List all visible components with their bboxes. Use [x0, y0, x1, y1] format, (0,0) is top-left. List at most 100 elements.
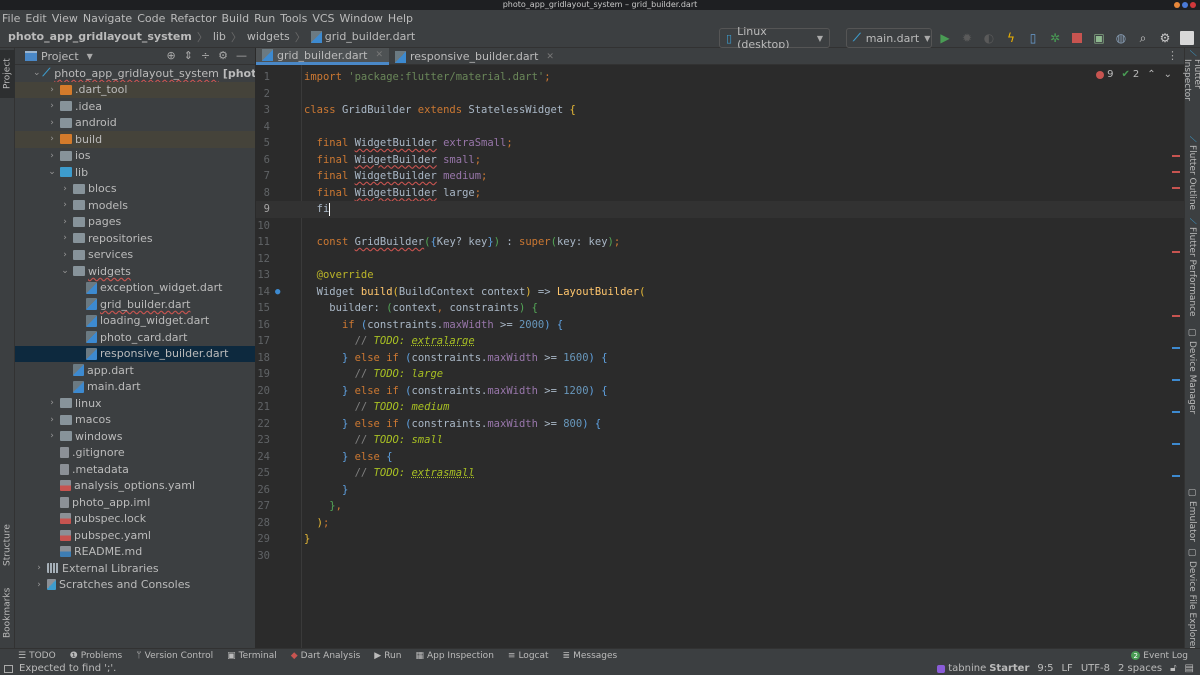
tool-tab-flutter-inspector[interactable]: ⟋ Flutter Inspector: [1182, 50, 1200, 130]
code-line[interactable]: 18 } else if (constraints.maxWidth >= 16…: [256, 350, 1184, 367]
search-icon[interactable]: ⌕: [1134, 29, 1152, 47]
tool-tab-emulator[interactable]: ▢ Emulator: [1184, 488, 1200, 542]
chevron-right-icon[interactable]: ›: [59, 250, 71, 260]
code-line[interactable]: 8 final WidgetBuilder large;: [256, 185, 1184, 202]
tree-item[interactable]: ⌄ widgets: [15, 263, 255, 280]
line-number[interactable]: 23: [256, 432, 270, 449]
menu-vcs[interactable]: VCS: [312, 12, 334, 25]
tree-item[interactable]: app.dart: [15, 362, 255, 379]
gear-icon[interactable]: ⚙: [218, 49, 228, 62]
line-number[interactable]: 8: [256, 185, 270, 202]
menu-refactor[interactable]: Refactor: [170, 12, 216, 25]
code-line[interactable]: 28 );: [256, 515, 1184, 532]
code-line[interactable]: 9 fi: [256, 201, 1184, 218]
device-selector[interactable]: ▯ Linux (desktop) ▼: [719, 25, 830, 51]
indent-setting[interactable]: 2 spaces: [1118, 663, 1162, 674]
tool-window-app-inspection[interactable]: ▦ App Inspection: [415, 651, 493, 661]
code-line[interactable]: 6 final WidgetBuilder small;: [256, 152, 1184, 169]
tree-item[interactable]: loading_widget.dart: [15, 313, 255, 330]
tree-item[interactable]: main.dart: [15, 379, 255, 396]
settings-icon[interactable]: ⚙: [1156, 29, 1174, 47]
code-line[interactable]: 26 }: [256, 482, 1184, 499]
chevron-down-icon[interactable]: ⌄: [46, 167, 58, 177]
hide-icon[interactable]: —: [236, 49, 247, 62]
tree-item[interactable]: photo_app.iml: [15, 494, 255, 511]
expand-all-icon[interactable]: ⇕: [184, 49, 193, 62]
line-number[interactable]: 4: [256, 119, 270, 136]
tree-item[interactable]: › repositories: [15, 230, 255, 247]
tree-item[interactable]: › ios: [15, 148, 255, 165]
stop-icon[interactable]: [1068, 29, 1086, 47]
menu-help[interactable]: Help: [388, 12, 413, 25]
line-number[interactable]: 24: [256, 449, 270, 466]
tree-item[interactable]: › .dart_tool: [15, 81, 255, 98]
tree-item[interactable]: › android: [15, 115, 255, 132]
code-line[interactable]: 2: [256, 86, 1184, 103]
chevron-right-icon[interactable]: ›: [59, 200, 71, 210]
line-number[interactable]: 11: [256, 234, 270, 251]
tool-window-run[interactable]: ▶ Run: [374, 651, 401, 661]
structure-tool-tab[interactable]: Structure: [0, 518, 15, 573]
menu-build[interactable]: Build: [222, 12, 250, 25]
chevron-right-icon[interactable]: ›: [46, 134, 58, 144]
line-number[interactable]: 27: [256, 498, 270, 515]
tree-item[interactable]: pubspec.lock: [15, 511, 255, 528]
chevron-right-icon[interactable]: ›: [59, 233, 71, 243]
tree-item[interactable]: › models: [15, 197, 255, 214]
tool-tab-flutter-performance[interactable]: ⟋ Flutter Performance: [1184, 218, 1200, 323]
code-line[interactable]: 7 final WidgetBuilder medium;: [256, 168, 1184, 185]
code-line[interactable]: 24 } else {: [256, 449, 1184, 466]
minimize-button[interactable]: [1174, 2, 1180, 8]
chevron-right-icon[interactable]: ›: [46, 431, 58, 441]
locate-file-icon[interactable]: ⊕: [166, 49, 175, 62]
breadcrumb-file[interactable]: grid_builder.dart: [325, 30, 415, 43]
tool-tab-flutter-outline[interactable]: ⟋ Flutter Outline: [1184, 136, 1200, 214]
attach-debugger-icon[interactable]: ◐: [980, 29, 998, 47]
tree-item[interactable]: › build: [15, 131, 255, 148]
line-number[interactable]: 2: [256, 86, 270, 103]
line-number[interactable]: 7: [256, 168, 270, 185]
line-number[interactable]: 28: [256, 515, 270, 532]
maximize-button[interactable]: [1182, 2, 1188, 8]
line-number[interactable]: 15: [256, 300, 270, 317]
collapse-all-icon[interactable]: ÷: [201, 49, 210, 62]
tree-item[interactable]: › linux: [15, 395, 255, 412]
bookmarks-tool-tab[interactable]: Bookmarks: [0, 583, 15, 643]
run-config-selector[interactable]: ⟋ main.dart ▼: [846, 28, 932, 48]
tree-item[interactable]: › .idea: [15, 98, 255, 115]
tree-item[interactable]: › External Libraries: [15, 560, 255, 577]
tree-item[interactable]: exception_widget.dart: [15, 280, 255, 297]
breadcrumb-widgets[interactable]: widgets: [247, 30, 290, 43]
tree-item[interactable]: pubspec.yaml: [15, 527, 255, 544]
code-line[interactable]: 16 if (constraints.maxWidth >= 2000) {: [256, 317, 1184, 334]
line-number[interactable]: 16: [256, 317, 270, 334]
project-view-selector[interactable]: Project ▼: [25, 50, 93, 63]
tool-window-version-control[interactable]: ᛘ Version Control: [136, 651, 213, 661]
device-mirror-icon[interactable]: ▯: [1024, 29, 1042, 47]
line-number[interactable]: 29: [256, 531, 270, 548]
code-line[interactable]: 22 } else if (constraints.maxWidth >= 80…: [256, 416, 1184, 433]
chevron-down-icon[interactable]: ⌄: [59, 266, 71, 276]
tabnine-widget[interactable]: tabnine Starter: [937, 663, 1029, 674]
project-tool-tab[interactable]: Project: [0, 50, 15, 98]
code-line[interactable]: 20 } else if (constraints.maxWidth >= 12…: [256, 383, 1184, 400]
close-tab-icon[interactable]: ✕: [546, 52, 554, 62]
tool-window-problems[interactable]: ❶ Problems: [70, 651, 123, 661]
tree-item[interactable]: grid_builder.dart: [15, 296, 255, 313]
line-number[interactable]: 10: [256, 218, 270, 235]
code-line[interactable]: 15 builder: (context, constraints) {: [256, 300, 1184, 317]
breadcrumb-project[interactable]: photo_app_gridlayout_system: [8, 30, 192, 43]
close-button[interactable]: [1190, 2, 1196, 8]
lock-icon[interactable]: 🔓︎: [1170, 663, 1176, 674]
line-number[interactable]: 9: [256, 201, 270, 218]
tool-tab-device-manager[interactable]: ▢ Device Manager: [1184, 328, 1200, 418]
tree-item[interactable]: photo_card.dart: [15, 329, 255, 346]
code-line[interactable]: 4: [256, 119, 1184, 136]
chevron-right-icon[interactable]: ›: [33, 563, 45, 573]
menu-edit[interactable]: Edit: [25, 12, 46, 25]
code-line[interactable]: 23 // TODO: small: [256, 432, 1184, 449]
tree-item[interactable]: analysis_options.yaml: [15, 478, 255, 495]
tree-item[interactable]: › macos: [15, 412, 255, 429]
chevron-right-icon[interactable]: ›: [59, 184, 71, 194]
chevron-right-icon[interactable]: ›: [46, 85, 58, 95]
